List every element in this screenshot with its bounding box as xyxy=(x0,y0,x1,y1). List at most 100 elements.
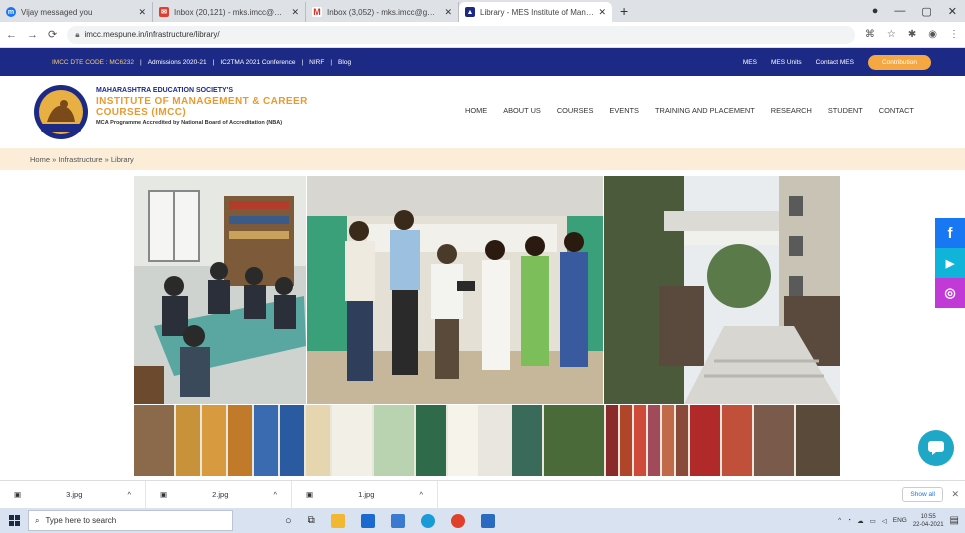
separator: | xyxy=(330,58,333,66)
separator: | xyxy=(140,58,142,66)
group-photo[interactable] xyxy=(307,176,603,404)
notification-icon[interactable]: ▤ xyxy=(950,515,959,526)
edge-icon[interactable] xyxy=(420,513,435,528)
address-bar: ← → ⟳ 🔒︎ imcc.mespune.in/infrastructure/… xyxy=(0,22,965,48)
bookshelf-photo[interactable] xyxy=(134,405,840,476)
maximize-button[interactable]: ▢ xyxy=(921,5,931,18)
link-mes-units[interactable]: MES Units xyxy=(771,59,802,66)
nav-courses[interactable]: COURSES xyxy=(557,106,594,115)
translate-icon[interactable]: ⌘ xyxy=(865,29,875,40)
top-strip-right: MES MES Units Contact MES Contribution xyxy=(743,54,965,70)
system-tray: ^ ◔ ☁ ▭ ◁ ENG 10:55 22-04-2021 ▤ xyxy=(838,513,965,529)
clock[interactable]: 10:55 22-04-2021 xyxy=(913,513,944,529)
browser-tab[interactable]: ✉ Inbox (20,121) - mks.imcc@mes… ✕ xyxy=(153,2,306,22)
link-nirf[interactable]: NIRF xyxy=(309,59,324,66)
new-tab-button[interactable]: + xyxy=(612,2,636,22)
nav-student[interactable]: STUDENT xyxy=(828,106,863,115)
chevron-up-icon[interactable]: ^ xyxy=(419,490,423,499)
browser-tab[interactable]: m Vijay messaged you ✕ xyxy=(0,2,153,22)
download-filename: 1.jpg xyxy=(358,490,375,499)
cortana-icon[interactable]: ○ xyxy=(285,515,292,527)
reading-room-photo[interactable] xyxy=(134,176,306,404)
calculator-icon[interactable] xyxy=(390,513,405,528)
language-indicator[interactable]: ENG xyxy=(893,517,907,524)
time: 10:55 xyxy=(920,513,936,520)
site-header: MAHARASHTRA EDUCATION SOCIETY'S INSTITUT… xyxy=(0,76,965,148)
nav-about-us[interactable]: ABOUT US xyxy=(503,106,541,115)
gmail-icon: M xyxy=(312,7,322,17)
dte-code: IMCC DTE CODE : MC6232 xyxy=(52,58,134,66)
extensions-icon[interactable]: ✱ xyxy=(908,29,916,40)
taskbar-apps: ○ ⧉ xyxy=(285,513,495,528)
chevron-up-icon[interactable]: ^ xyxy=(273,490,277,499)
chevron-up-icon[interactable]: ^ xyxy=(838,517,841,524)
download-item[interactable]: ▣ 1.jpg ^ xyxy=(292,480,438,509)
file-explorer-icon[interactable] xyxy=(330,513,345,528)
back-icon[interactable]: ← xyxy=(6,29,17,41)
link-admissions[interactable]: Admissions 2020-21 xyxy=(148,59,207,66)
nav-research[interactable]: RESEARCH xyxy=(771,106,812,115)
avatar-icon[interactable]: ◉ xyxy=(928,29,937,40)
nav-events[interactable]: EVENTS xyxy=(609,106,639,115)
browser-tab[interactable]: M Inbox (3,052) - mks.imcc@gmail… ✕ xyxy=(306,2,459,22)
link-blog[interactable]: Blog xyxy=(338,59,351,66)
nav-home[interactable]: HOME xyxy=(465,106,487,115)
chevron-up-icon[interactable]: ^ xyxy=(127,490,131,499)
close-icon[interactable]: ✕ xyxy=(444,7,452,18)
reload-icon[interactable]: ⟳ xyxy=(48,28,57,41)
society-name: MAHARASHTRA EDUCATION SOCIETY'S xyxy=(96,87,233,94)
breadcrumb-text[interactable]: Home » Infrastructure » Library xyxy=(30,155,134,164)
link-mes[interactable]: MES xyxy=(743,59,757,66)
nav-contact[interactable]: CONTACT xyxy=(879,106,914,115)
start-button[interactable] xyxy=(0,508,28,533)
star-icon[interactable]: ☆ xyxy=(887,29,896,40)
close-icon[interactable]: ✕ xyxy=(598,7,606,18)
download-item[interactable]: ▣ 2.jpg ^ xyxy=(146,480,292,509)
brand-block: MAHARASHTRA EDUCATION SOCIETY'S INSTITUT… xyxy=(96,87,308,126)
library-gallery xyxy=(134,176,840,476)
store-icon[interactable] xyxy=(360,513,375,528)
link-conference[interactable]: IC2TMA 2021 Conference xyxy=(220,59,295,66)
date: 22-04-2021 xyxy=(912,521,944,528)
mail-icon[interactable] xyxy=(480,513,495,528)
facebook-icon[interactable]: f xyxy=(935,218,965,248)
separator: | xyxy=(212,58,215,66)
chrome-icon[interactable] xyxy=(450,513,465,528)
nav-training-placement[interactable]: TRAINING AND PLACEMENT xyxy=(655,106,755,115)
tab-label: Library - MES Institute of Manag… xyxy=(480,7,595,17)
close-icon[interactable]: ✕ xyxy=(138,7,146,18)
chat-button[interactable] xyxy=(918,430,954,466)
volume-icon[interactable]: ◁ xyxy=(882,517,887,525)
youtube-icon[interactable]: ▶ xyxy=(935,248,965,278)
institute-logo[interactable] xyxy=(33,84,89,140)
profile-icon[interactable]: ● xyxy=(872,5,879,17)
task-view-icon[interactable]: ⧉ xyxy=(308,515,315,526)
close-icon[interactable]: ✕ xyxy=(291,7,299,18)
contribution-button[interactable]: Contribution xyxy=(867,54,931,70)
building-photo[interactable] xyxy=(604,176,840,404)
menu-icon[interactable]: ⋮ xyxy=(949,29,959,40)
show-all-button[interactable]: Show all xyxy=(902,487,943,502)
minimize-button[interactable]: — xyxy=(894,5,905,17)
browser-tab-active[interactable]: ▲ Library - MES Institute of Manag… ✕ xyxy=(459,2,612,22)
instagram-icon[interactable]: ◎ xyxy=(935,278,965,308)
cloud-icon[interactable]: ☁ xyxy=(857,517,864,525)
top-strip: IMCC DTE CODE : MC6232 | Admissions 2020… xyxy=(0,48,965,76)
forward-icon[interactable]: → xyxy=(27,29,38,41)
institute-name-line1: INSTITUTE OF MANAGEMENT & CAREER xyxy=(96,96,308,107)
download-item[interactable]: ▣ 3.jpg ^ xyxy=(0,480,146,509)
url-field[interactable]: 🔒︎ imcc.mespune.in/infrastructure/librar… xyxy=(67,25,855,44)
yahoo-mail-icon: ✉ xyxy=(159,7,169,17)
tab-label: Inbox (20,121) - mks.imcc@mes… xyxy=(174,7,288,17)
search-icon: ⌕ xyxy=(35,515,40,525)
battery-icon[interactable]: ▭ xyxy=(870,517,876,525)
network-icon[interactable]: ◔ xyxy=(847,517,851,524)
close-window-button[interactable]: ✕ xyxy=(948,5,957,18)
file-icon: ▣ xyxy=(306,490,314,499)
link-contact-mes[interactable]: Contact MES xyxy=(816,59,854,66)
file-icon: ▣ xyxy=(160,490,168,499)
tab-label: Inbox (3,052) - mks.imcc@gmail… xyxy=(327,7,441,17)
extensions: ⌘ ☆ ✱ ◉ ⋮ xyxy=(865,29,959,40)
close-downloads-button[interactable]: ✕ xyxy=(951,489,959,500)
taskbar-search[interactable]: ⌕ Type here to search xyxy=(28,510,233,531)
